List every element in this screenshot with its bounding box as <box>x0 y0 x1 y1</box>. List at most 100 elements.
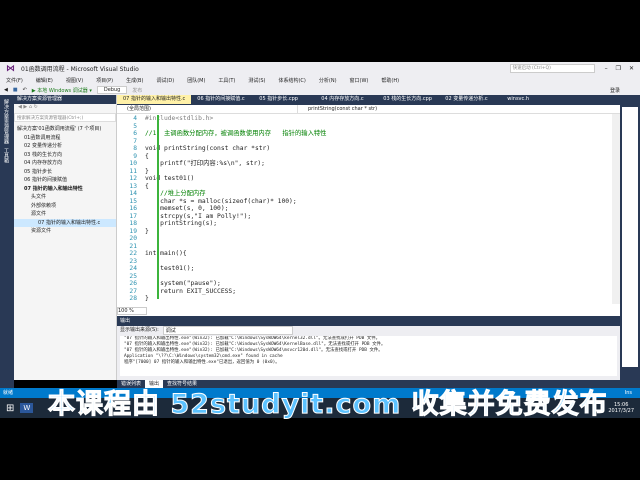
toolbar: ◀ ■ ↶ ▶ 本地 Windows 调试器 ▾ Debug 发布 登录 <box>0 85 640 95</box>
editor-tab[interactable]: 05 指针步长.cpp <box>253 95 315 104</box>
back-icon[interactable]: ◀ <box>4 87 8 93</box>
strip-tab-toolbox[interactable]: 工具箱 <box>3 148 10 163</box>
line-number: 19 <box>129 227 137 235</box>
tree-item-label: 05 指针步长 <box>24 168 52 175</box>
menu-item[interactable]: 帮助(H) <box>381 77 399 84</box>
tree-item-label: 源文件 <box>31 211 47 217</box>
tree-item[interactable]: 01函数调用流程 <box>14 134 116 143</box>
menu-item[interactable]: 窗口(W) <box>350 77 369 84</box>
tree-item[interactable]: 02 变量传递分析 <box>14 142 116 151</box>
strip-tab-solution-explorer[interactable]: 解决方案资源管理器 <box>3 99 10 144</box>
code-line: 28} <box>117 295 620 303</box>
code-line: 23 <box>117 258 620 266</box>
editor-tabs: 07 指针的输入和输出特性.c 06 指针的间接赋值.c 05 指针步长.cpp 04… <box>117 95 620 105</box>
tree-item[interactable]: 07 指针的输入和输出特性 <box>14 185 116 194</box>
tree-item-label: 07 指针的输入和输出特性.c <box>38 219 101 226</box>
vertical-scrollbar[interactable] <box>612 114 620 304</box>
line-number: 7 <box>133 137 137 145</box>
minimize-button[interactable]: – <box>605 65 608 72</box>
line-text: int main(){ <box>145 250 187 257</box>
menu-item[interactable]: 文件(F) <box>6 77 23 84</box>
status-ins: Ins <box>624 390 632 396</box>
line-text: char *s = malloc(sizeof(char)* 100); <box>145 197 297 205</box>
editor-tab[interactable]: 07 指针的输入和输出特性.c <box>117 95 192 104</box>
quick-launch-input[interactable]: 快速启动 (Ctrl+Q) <box>509 64 595 73</box>
code-line: 9{ <box>117 153 620 161</box>
code-line: 10 printf("打印内容:%s\n", str); <box>117 160 620 168</box>
tree-item[interactable]: 03 栈的生长方向 <box>14 151 116 160</box>
watermark: 本课程由 52studyit.com 收集并免费发布 <box>48 389 608 421</box>
line-number: 27 <box>129 287 137 295</box>
tree-item[interactable]: 04 内存存放方向 <box>14 159 116 168</box>
line-number: 11 <box>129 167 137 175</box>
start-debug-button[interactable]: ▶ 本地 Windows 调试器 ▾ <box>32 87 92 94</box>
code-line: 6 //1. 主调函数分配内存，被调函数使用内存 指针的输入特性 <box>117 130 620 138</box>
tree-item[interactable]: 头文件 <box>14 193 116 202</box>
tree-item[interactable]: 07 指针的输入和输出特性.c <box>14 218 116 227</box>
menu-item[interactable]: 测试(S) <box>248 77 265 84</box>
line-number: 4 <box>133 115 137 122</box>
solution-explorer-title: 解决方案资源管理器 <box>14 95 116 104</box>
code-line: 14 //堆上分配内存 <box>117 190 620 198</box>
editor-tab[interactable]: 02 变量传递分析.c <box>439 95 501 104</box>
editor-tab[interactable]: winsvc.h <box>501 95 563 104</box>
tree-item-label: 04 内存存放方向 <box>24 160 62 166</box>
line-number: 28 <box>129 295 137 302</box>
editor-tab[interactable]: 06 指针的间接赋值.c <box>191 95 253 104</box>
line-number: 23 <box>129 257 137 265</box>
config-dropdown[interactable]: Debug <box>96 86 128 94</box>
output-source-label: 显示输出来源(S): <box>120 327 159 333</box>
line-text: //1. 主调函数分配内存，被调函数使用内存 指针的输入特性 <box>145 130 327 137</box>
line-number: 15 <box>129 197 137 205</box>
line-number: 13 <box>129 182 137 190</box>
tree-item[interactable]: 06 指针的间接赋值 <box>14 176 116 185</box>
line-number: 10 <box>129 160 137 167</box>
tree-item[interactable]: 解决方案'01函数调用流程' (7 个项目) <box>14 125 116 134</box>
tree-item-label: 资源文件 <box>31 228 52 234</box>
login-link[interactable]: 登录 <box>610 87 620 94</box>
editor-tab[interactable]: 03 栈的生长方向.cpp <box>377 95 439 104</box>
code-line: 26 system("pause"); <box>117 280 620 288</box>
line-number: 25 <box>129 272 137 280</box>
tree-item[interactable]: 05 指针步长 <box>14 168 116 177</box>
tree-item[interactable]: 外部依赖项 <box>14 202 116 211</box>
editor-tab[interactable]: 04 内存存放方向.c <box>315 95 377 104</box>
menu-item[interactable]: 团队(M) <box>187 77 205 84</box>
line-number: 24 <box>129 265 137 272</box>
output-source-dropdown[interactable]: 调试 <box>162 326 293 335</box>
code-line: 8 void printString(const char *str) <box>117 145 620 153</box>
menu-item[interactable]: 分析(N) <box>319 77 337 84</box>
menu-item[interactable]: 工具(T) <box>218 77 235 84</box>
code-line: 11} <box>117 168 620 176</box>
close-button[interactable]: ✕ <box>629 65 634 72</box>
code-line: 17 strcpy(s,"I am Polly!"); <box>117 213 620 221</box>
tree-item[interactable]: 资源文件 <box>14 227 116 236</box>
save-icon[interactable]: ■ <box>13 87 18 93</box>
menu-item[interactable]: 调试(D) <box>156 77 174 84</box>
menu-item[interactable]: 体系结构(C) <box>278 77 305 84</box>
zoom-dropdown[interactable]: 100 % <box>117 307 147 315</box>
scope-dropdown[interactable]: (全局范围) <box>117 105 297 113</box>
code-line: 7 <box>117 138 620 146</box>
code-line: 12 void test01() <box>117 175 620 183</box>
windows-start-icon[interactable]: ⊞ <box>6 403 14 414</box>
tree-item[interactable]: 源文件 <box>14 210 116 219</box>
restore-button[interactable]: ❐ <box>616 65 621 72</box>
publish-button[interactable]: 发布 <box>132 87 142 94</box>
solution-search-input[interactable]: 搜索解决方案资源管理器(Ctrl+;) <box>14 113 116 122</box>
output-text[interactable]: "07 指针的输入和输出特性.exe"(Win32): 已加载"C:\Windo… <box>120 336 617 376</box>
line-text: } <box>145 167 149 175</box>
menu-item[interactable]: 生成(B) <box>126 77 143 84</box>
menu-item[interactable]: 视图(V) <box>66 77 83 84</box>
code-line: 21 <box>117 243 620 251</box>
word-app-icon[interactable]: W <box>20 403 34 413</box>
undo-icon[interactable]: ↶ <box>23 87 27 93</box>
code-line: 13 { <box>117 183 620 191</box>
solution-tree: 解决方案'01函数调用流程' (7 个项目) 01函数调用流程 02 变量传递分析 0… <box>14 125 116 236</box>
code-area[interactable]: 4 #include<stdlib.h> 5 6 //1. 主调函数分配内存，被调函数使… <box>117 114 620 303</box>
line-text: #include<stdlib.h> <box>145 115 214 122</box>
line-number: 5 <box>133 122 137 130</box>
menu-item[interactable]: 编辑(E) <box>36 77 53 84</box>
function-dropdown[interactable]: printString(const char * str) <box>297 105 377 113</box>
menu-item[interactable]: 项目(P) <box>96 77 113 84</box>
